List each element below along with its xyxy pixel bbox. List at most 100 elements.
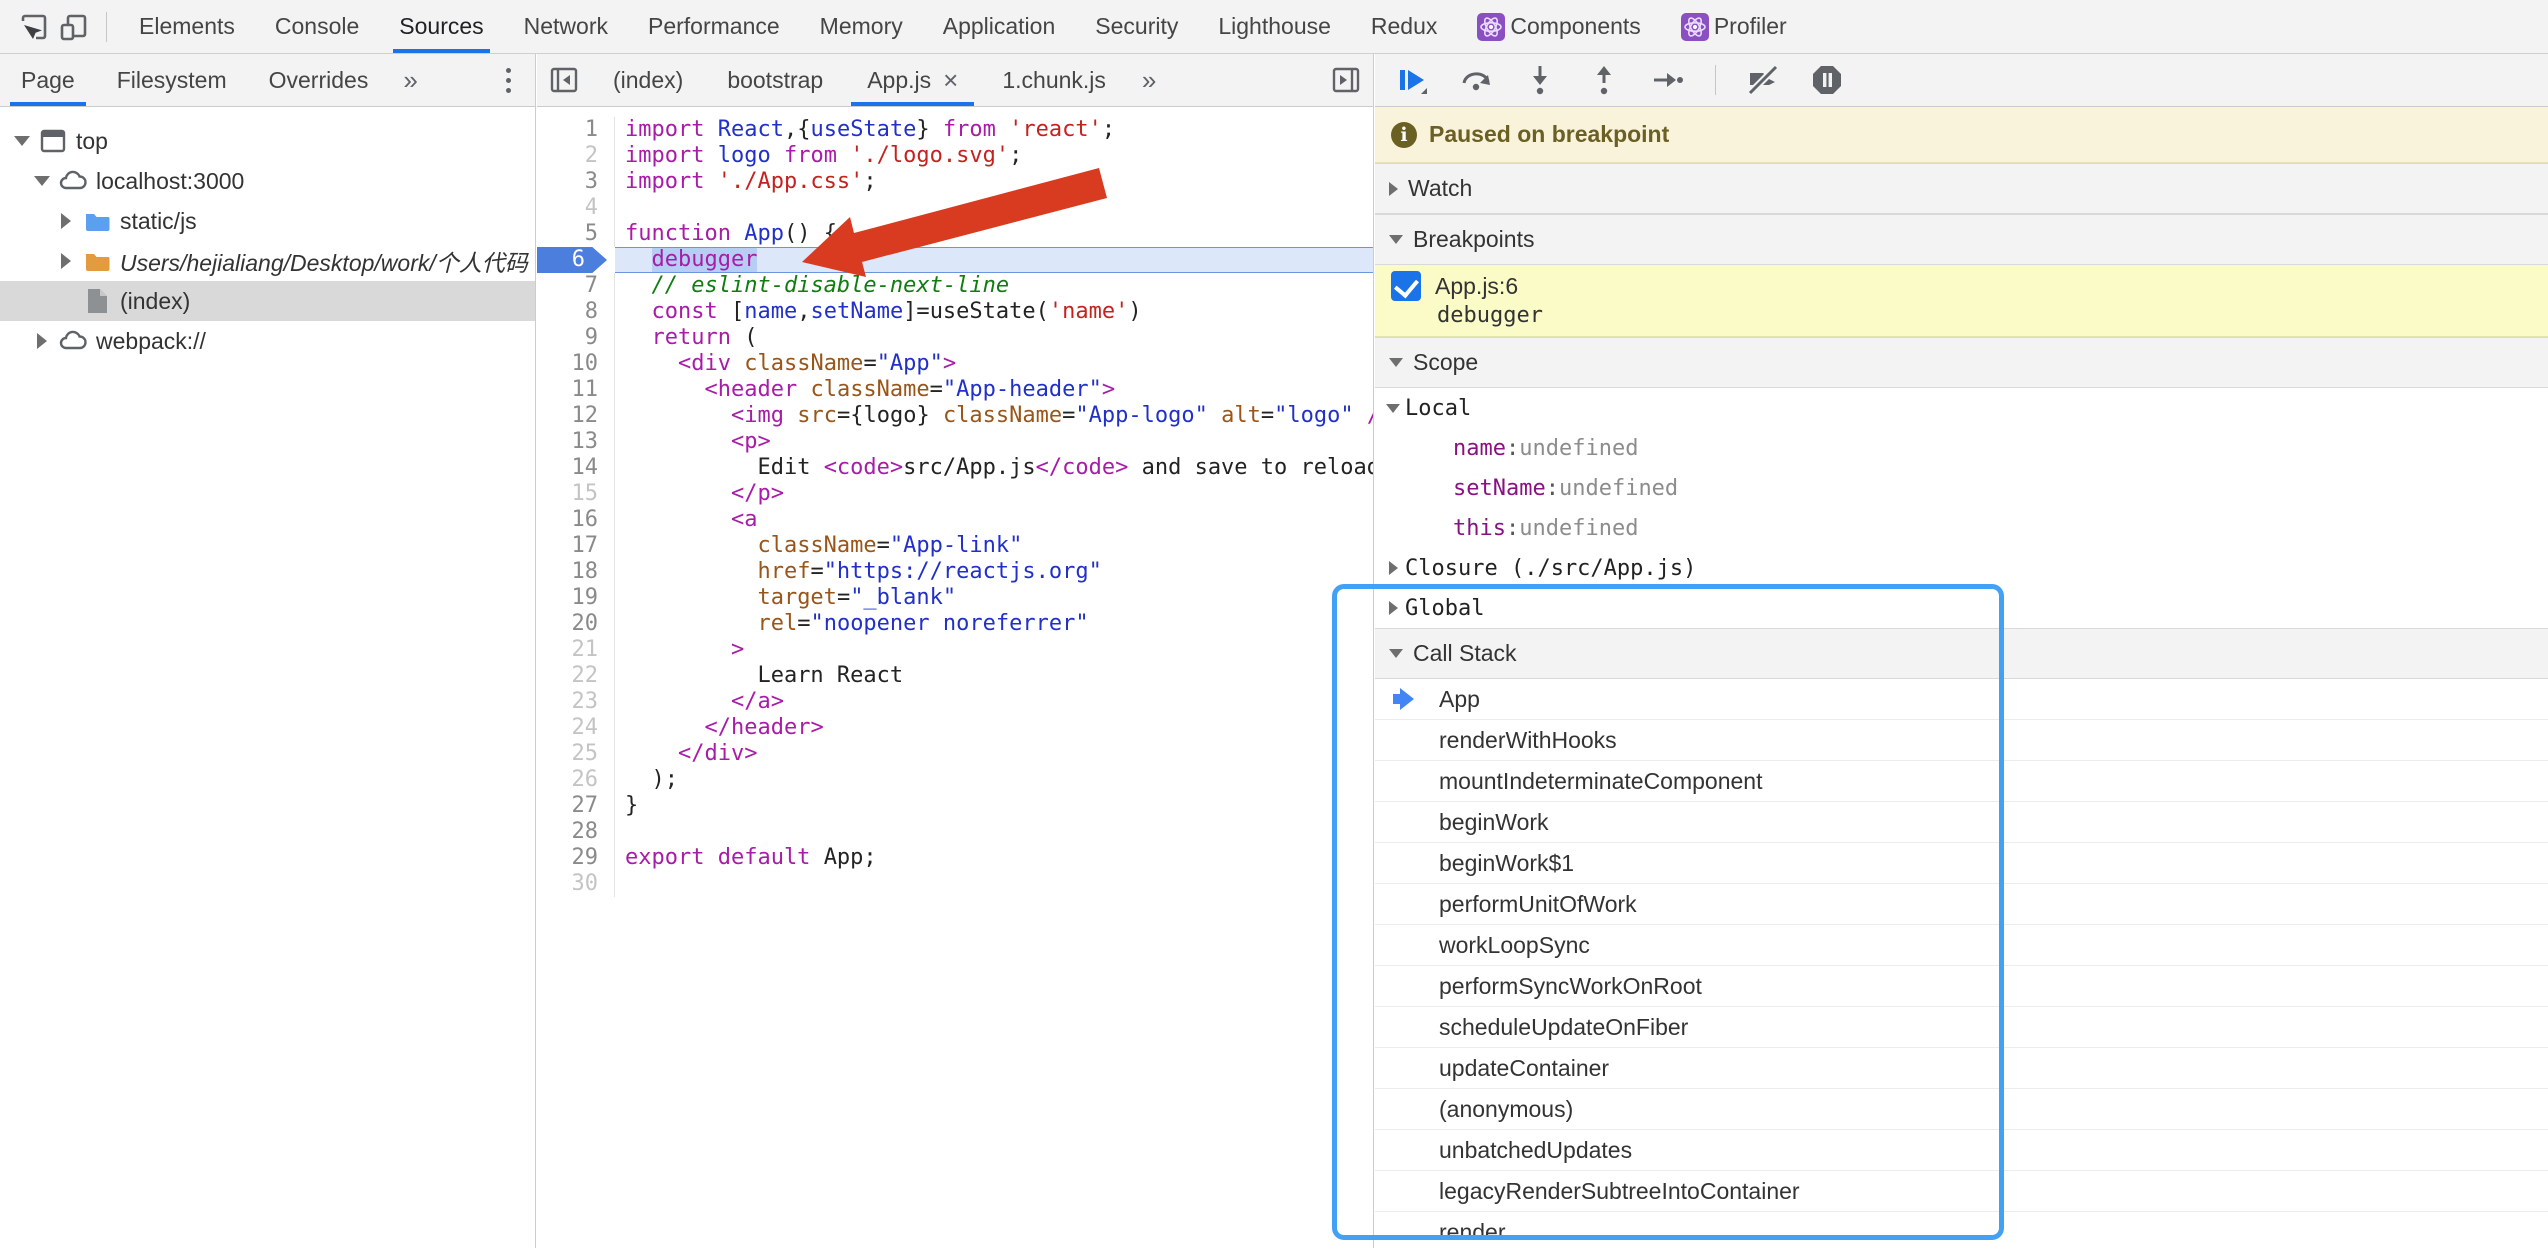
scope-variable-this[interactable]: this: undefined [1375,508,2548,548]
line-number[interactable]: 29 [537,845,615,871]
tab-redux[interactable]: Redux [1351,0,1457,53]
show-debugger-sidebar-icon[interactable] [1331,65,1361,95]
navigator-tab-filesystem[interactable]: Filesystem [96,54,248,106]
breakpoint-entry[interactable]: App.js:6 debugger [1375,265,2548,337]
line-number[interactable]: 17 [537,533,615,559]
hide-navigator-icon[interactable] [549,65,579,95]
stack-frame-unbatchedupdates[interactable]: unbatchedUpdates [1375,1130,2548,1171]
stack-frame-beginwork[interactable]: beginWork [1375,802,2548,843]
line-number[interactable]: 18 [537,559,615,585]
call-stack-section-header[interactable]: Call Stack [1375,628,2548,679]
editor-tab-app-js[interactable]: App.js× [845,54,980,106]
tab-lighthouse[interactable]: Lighthouse [1198,0,1351,53]
navigator-tab-page[interactable]: Page [0,54,96,106]
line-number[interactable]: 14 [537,455,615,481]
stack-frame-beginwork-1[interactable]: beginWork$1 [1375,843,2548,884]
scope-section-header[interactable]: Scope [1375,337,2548,388]
line-number[interactable]: 7 [537,273,615,299]
navigator-more-tabs-chevron[interactable]: » [389,65,431,96]
chevron-down-icon[interactable] [30,176,54,186]
watch-section-header[interactable]: Watch [1375,163,2548,214]
line-number[interactable]: 19 [537,585,615,611]
step-into-icon[interactable] [1523,63,1557,97]
line-number[interactable]: 21 [537,637,615,663]
tree-item-static-js[interactable]: static/js [0,201,535,241]
tree-item-top[interactable]: top [0,121,535,161]
stack-frame-mountindeterminatecomponent[interactable]: mountIndeterminateComponent [1375,761,2548,802]
line-number[interactable]: 4 [537,195,615,221]
stack-frame-workloopsync[interactable]: workLoopSync [1375,925,2548,966]
stack-frame-scheduleupdateonfiber[interactable]: scheduleUpdateOnFiber [1375,1007,2548,1048]
tab-security[interactable]: Security [1075,0,1198,53]
line-number[interactable]: 22 [537,663,615,689]
tab-performance[interactable]: Performance [628,0,800,53]
editor-tab-index[interactable]: (index) [591,54,705,106]
line-number[interactable]: 24 [537,715,615,741]
scope-global-row[interactable]: Global [1375,588,2548,628]
navigator-menu-kebab-icon[interactable] [500,62,517,99]
line-number[interactable]: 3 [537,169,615,195]
stack-frame-performsyncworkonroot[interactable]: performSyncWorkOnRoot [1375,966,2548,1007]
tab-memory[interactable]: Memory [800,0,923,53]
line-number[interactable]: 20 [537,611,615,637]
pause-on-exceptions-icon[interactable] [1810,63,1844,97]
line-number[interactable]: 8 [537,299,615,325]
scope-variable-name[interactable]: name: undefined [1375,428,2548,468]
breakpoints-section-header[interactable]: Breakpoints [1375,214,2548,265]
editor-tab-1-chunk-js[interactable]: 1.chunk.js [980,54,1128,106]
deactivate-breakpoints-icon[interactable] [1746,63,1780,97]
step-out-icon[interactable] [1587,63,1621,97]
line-number[interactable]: 13 [537,429,615,455]
tab-profiler[interactable]: Profiler [1661,0,1807,53]
editor-more-tabs-chevron[interactable]: » [1128,65,1170,96]
code-editor[interactable]: 1import React,{useState} from 'react';2i… [537,107,1373,897]
stack-frame-renderwithhooks[interactable]: renderWithHooks [1375,720,2548,761]
chevron-right-icon[interactable] [30,333,54,349]
stack-frame-performunitofwork[interactable]: performUnitOfWork [1375,884,2548,925]
tree-item-localhost-3000[interactable]: localhost:3000 [0,161,535,201]
line-number[interactable]: 2 [537,143,615,169]
line-number[interactable]: 12 [537,403,615,429]
stack-frame-anonymous[interactable]: (anonymous) [1375,1089,2548,1130]
chevron-right-icon[interactable] [54,213,78,229]
line-number[interactable]: 15 [537,481,615,507]
tab-console[interactable]: Console [255,0,379,53]
line-number[interactable]: 10 [537,351,615,377]
tab-elements[interactable]: Elements [119,0,255,53]
chevron-right-icon[interactable] [54,253,78,269]
line-number[interactable]: 28 [537,819,615,845]
stack-frame-updatecontainer[interactable]: updateContainer [1375,1048,2548,1089]
line-number[interactable]: 30 [537,871,615,897]
line-number[interactable]: 27 [537,793,615,819]
tab-application[interactable]: Application [923,0,1076,53]
step-icon[interactable] [1651,63,1685,97]
execution-line-marker[interactable]: 6 [537,247,615,273]
chevron-down-icon[interactable] [10,136,34,146]
tab-network[interactable]: Network [504,0,628,53]
line-number[interactable]: 5 [537,221,615,247]
line-number[interactable]: 16 [537,507,615,533]
navigator-tab-overrides[interactable]: Overrides [248,54,390,106]
line-number[interactable]: 26 [537,767,615,793]
line-number[interactable]: 23 [537,689,615,715]
tab-sources[interactable]: Sources [379,0,503,53]
step-over-icon[interactable] [1459,63,1493,97]
tree-item-index[interactable]: (index) [0,281,535,321]
scope-variable-setname[interactable]: setName: undefined [1375,468,2548,508]
stack-frame-app[interactable]: App [1375,679,2548,720]
line-number[interactable]: 25 [537,741,615,767]
line-number[interactable]: 1 [537,117,615,143]
close-icon[interactable]: × [943,65,958,96]
scope-local-row[interactable]: Local [1375,388,2548,428]
inspect-element-icon[interactable] [14,7,54,47]
stack-frame-legacyrendersubtreeintocontainer[interactable]: legacyRenderSubtreeIntoContainer [1375,1171,2548,1212]
stack-frame-render[interactable]: render [1375,1212,2548,1248]
line-number[interactable]: 9 [537,325,615,351]
tree-item-webpack[interactable]: webpack:// [0,321,535,361]
scope-closure-row[interactable]: Closure (./src/App.js) [1375,548,2548,588]
device-toolbar-icon[interactable] [54,7,94,47]
resume-icon[interactable] [1395,63,1429,97]
tab-components[interactable]: Components [1457,0,1660,53]
line-number[interactable]: 11 [537,377,615,403]
tree-item-users-hejialiang-desktop-work[interactable]: Users/hejialiang/Desktop/work/个人代码 [0,241,535,281]
